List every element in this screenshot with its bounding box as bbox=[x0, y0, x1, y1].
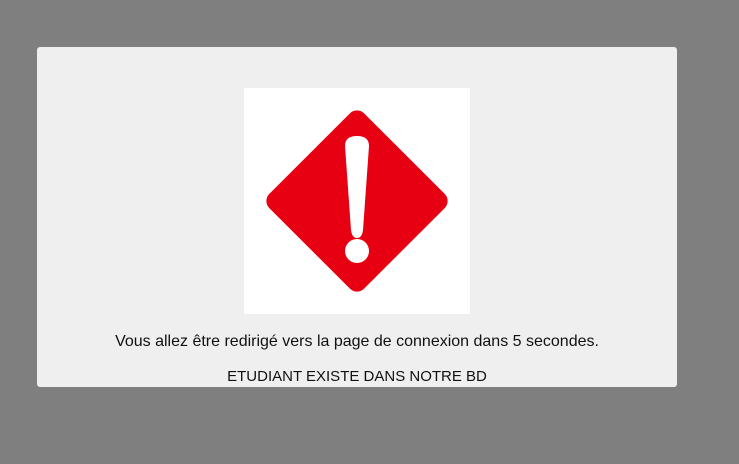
exclamation-dot bbox=[345, 239, 369, 263]
warning-icon-container bbox=[244, 88, 470, 314]
redirect-message: Vous allez être redirigé vers la page de… bbox=[115, 333, 599, 350]
warning-diamond-icon bbox=[266, 110, 448, 292]
alert-dialog: Vous allez être redirigé vers la page de… bbox=[37, 47, 677, 387]
status-message: ETUDIANT EXISTE DANS NOTRE BD bbox=[227, 368, 487, 385]
